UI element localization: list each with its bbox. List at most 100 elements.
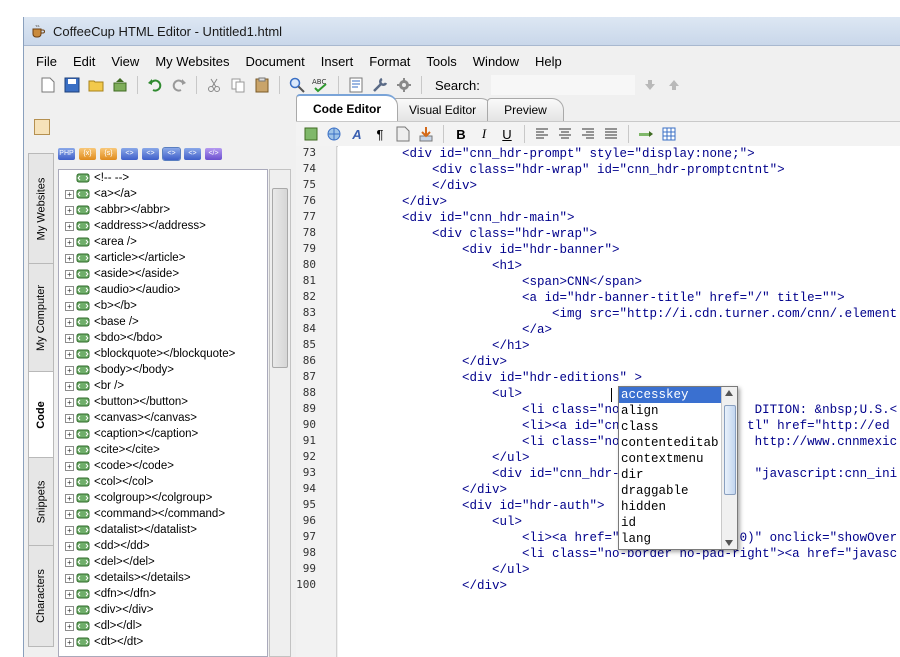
scrollbar-thumb[interactable]: [272, 188, 288, 368]
undo-button[interactable]: [145, 75, 165, 95]
autocomplete-popup[interactable]: accesskey align class contenteditab contextm…: [618, 386, 738, 550]
tree-item[interactable]: + <caption></caption>: [59, 426, 267, 442]
menu-tools[interactable]: Tools: [426, 54, 456, 69]
expand-icon[interactable]: +: [65, 557, 74, 567]
tree-item[interactable]: + <br />: [59, 378, 267, 394]
tree-item[interactable]: + <blockquote></blockquote>: [59, 346, 267, 362]
expand-icon[interactable]: +: [65, 589, 74, 599]
tree-item[interactable]: + <colgroup></colgroup>: [59, 490, 267, 506]
tree-item[interactable]: + <cite></cite>: [59, 442, 267, 458]
expand-icon[interactable]: +: [65, 269, 74, 279]
expand-icon[interactable]: +: [65, 381, 74, 391]
insert-image-button[interactable]: [302, 125, 320, 143]
xhtml-tags-button[interactable]: </>: [205, 148, 222, 160]
expand-icon[interactable]: +: [65, 621, 74, 631]
italic-button[interactable]: I: [475, 125, 493, 143]
expand-icon[interactable]: +: [65, 445, 74, 455]
tree-item[interactable]: + <dd></dd>: [59, 538, 267, 554]
tree-item[interactable]: + <command></command>: [59, 506, 267, 522]
expand-icon[interactable]: +: [65, 605, 74, 615]
menu-document[interactable]: Document: [245, 54, 304, 69]
align-right-button[interactable]: [579, 125, 597, 143]
insert-file-button[interactable]: [394, 125, 412, 143]
tag-button-3[interactable]: {s}: [100, 148, 117, 160]
bold-button[interactable]: B: [452, 125, 470, 143]
tree-item[interactable]: + <b></b>: [59, 298, 267, 314]
expand-icon[interactable]: +: [65, 477, 74, 487]
expand-icon[interactable]: +: [65, 541, 74, 551]
expand-icon[interactable]: +: [65, 333, 74, 343]
expand-icon[interactable]: +: [65, 493, 74, 503]
tag-button-5[interactable]: <>: [142, 148, 159, 160]
menu-my-websites[interactable]: My Websites: [155, 54, 229, 69]
tree-item[interactable]: + <base />: [59, 314, 267, 330]
expand-icon[interactable]: +: [65, 461, 74, 471]
autocomplete-item[interactable]: draggable: [619, 483, 737, 499]
expand-icon[interactable]: +: [65, 253, 74, 263]
tree-item[interactable]: + <a></a>: [59, 186, 267, 202]
tab-preview[interactable]: Preview: [487, 98, 564, 121]
search-input[interactable]: [489, 74, 636, 96]
cut-button[interactable]: [204, 75, 224, 95]
menu-help[interactable]: Help: [535, 54, 562, 69]
expand-icon[interactable]: +: [65, 525, 74, 535]
tree-item[interactable]: + <details></details>: [59, 570, 267, 586]
tab-visual-editor[interactable]: Visual Editor: [392, 98, 494, 121]
save-button[interactable]: [62, 75, 82, 95]
expand-icon[interactable]: +: [65, 413, 74, 423]
tree-item[interactable]: + <del></del>: [59, 554, 267, 570]
scrollbar-thumb[interactable]: [724, 405, 736, 495]
tree-item[interactable]: + <area />: [59, 234, 267, 250]
side-tab-my-websites[interactable]: My Websites: [28, 153, 54, 265]
autocomplete-item[interactable]: class: [619, 419, 737, 435]
tree-item[interactable]: + <code></code>: [59, 458, 267, 474]
tag-button-2[interactable]: {x}: [79, 148, 96, 160]
menu-file[interactable]: File: [36, 54, 57, 69]
expand-icon[interactable]: +: [65, 221, 74, 231]
expand-icon[interactable]: +: [65, 317, 74, 327]
underline-button[interactable]: U: [498, 125, 516, 143]
side-tab-characters[interactable]: Characters: [28, 545, 54, 647]
tab-code-editor[interactable]: Code Editor: [296, 94, 398, 121]
autocomplete-scrollbar[interactable]: [721, 387, 737, 549]
tree-item[interactable]: + <bdo></bdo>: [59, 330, 267, 346]
paragraph-button[interactable]: ¶: [371, 125, 389, 143]
php-tags-button[interactable]: PHP: [58, 148, 75, 160]
expand-icon[interactable]: +: [65, 397, 74, 407]
open-button[interactable]: [86, 75, 106, 95]
expand-icon[interactable]: +: [65, 237, 74, 247]
tree-item[interactable]: + <dfn></dfn>: [59, 586, 267, 602]
copy-button[interactable]: [228, 75, 248, 95]
table-button[interactable]: [660, 125, 678, 143]
expand-icon[interactable]: +: [65, 509, 74, 519]
expand-icon[interactable]: +: [65, 365, 74, 375]
tree-item[interactable]: + <body></body>: [59, 362, 267, 378]
tag-button-7[interactable]: <>: [184, 148, 201, 160]
paste-button[interactable]: [252, 75, 272, 95]
menu-edit[interactable]: Edit: [73, 54, 95, 69]
autocomplete-item[interactable]: id: [619, 515, 737, 531]
upload-button[interactable]: [110, 75, 130, 95]
tree-item[interactable]: + <abbr></abbr>: [59, 202, 267, 218]
expand-icon[interactable]: +: [65, 429, 74, 439]
tree-item[interactable]: + <dl></dl>: [59, 618, 267, 634]
insert-link-button[interactable]: [325, 125, 343, 143]
side-tab-snippets[interactable]: Snippets: [28, 457, 54, 547]
tree-item[interactable]: + <canvas></canvas>: [59, 410, 267, 426]
tree-item[interactable]: + <dt></dt>: [59, 634, 267, 650]
side-tab-my-computer[interactable]: My Computer: [28, 263, 54, 373]
new-file-button[interactable]: [38, 75, 58, 95]
expand-icon[interactable]: +: [65, 573, 74, 583]
font-button[interactable]: A: [348, 125, 366, 143]
tree-item[interactable]: + <datalist></datalist>: [59, 522, 267, 538]
expand-icon[interactable]: +: [65, 637, 74, 647]
menu-view[interactable]: View: [111, 54, 139, 69]
side-tab-code[interactable]: Code: [28, 371, 54, 459]
tree-scrollbar[interactable]: [269, 169, 291, 657]
tools-button[interactable]: [370, 75, 390, 95]
redo-button[interactable]: [169, 75, 189, 95]
tree-item[interactable]: + <button></button>: [59, 394, 267, 410]
autocomplete-item[interactable]: hidden: [619, 499, 737, 515]
menu-insert[interactable]: Insert: [321, 54, 354, 69]
download-button[interactable]: [417, 125, 435, 143]
